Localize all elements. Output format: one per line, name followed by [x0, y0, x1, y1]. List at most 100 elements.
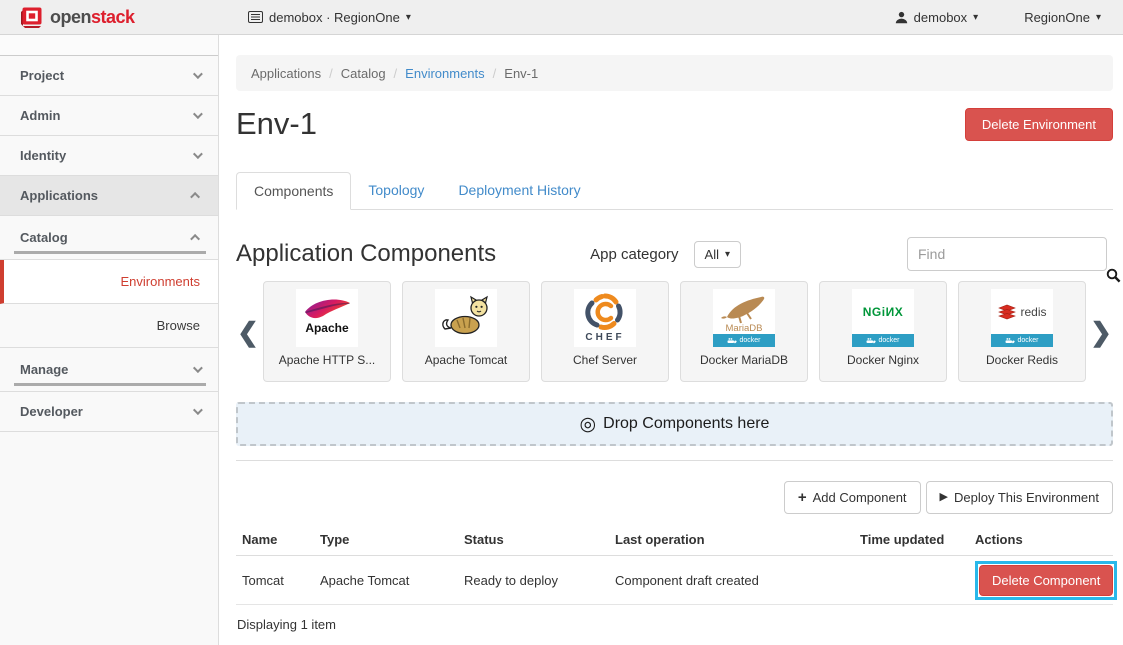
- drop-components-zone[interactable]: ◎ Drop Components here: [236, 402, 1113, 446]
- app-card-docker-redis[interactable]: redis docker Docker Redis: [958, 281, 1086, 382]
- docker-badge-icon: docker: [991, 334, 1053, 347]
- breadcrumb: Applications / Catalog / Environments / …: [236, 55, 1113, 91]
- section-underline: [14, 383, 206, 386]
- tab-bar: Components Topology Deployment History: [236, 172, 1113, 210]
- app-card-name: Docker MariaDB: [681, 353, 807, 367]
- breadcrumb-link-environments[interactable]: Environments: [405, 66, 484, 81]
- carousel-left-icon[interactable]: ❮: [236, 319, 260, 345]
- sidebar-item-label: Project: [20, 68, 64, 83]
- sidebar-item-developer[interactable]: Developer: [0, 392, 218, 432]
- sidebar-item-environments[interactable]: Environments: [0, 260, 218, 304]
- sidebar-item-browse[interactable]: Browse: [0, 304, 218, 348]
- chevron-down-icon: [193, 69, 203, 79]
- project-context-switcher[interactable]: demobox · RegionOne ▾: [248, 10, 411, 25]
- tab-topology[interactable]: Topology: [351, 172, 441, 209]
- component-type-cell: Apache Tomcat: [314, 573, 458, 588]
- chevron-down-icon: [193, 149, 203, 159]
- sidebar-item-label: Browse: [157, 318, 200, 333]
- add-component-label: Add Component: [813, 490, 907, 505]
- column-header-status: Status: [458, 532, 609, 547]
- redis-wordmark: redis: [1020, 305, 1046, 319]
- highlight-box: Delete Component: [975, 561, 1117, 600]
- region-menu[interactable]: RegionOne ▾: [1024, 10, 1101, 25]
- user-menu[interactable]: demobox ▾: [895, 10, 979, 25]
- environment-actions: + Add Component ▶ Deploy This Environmen…: [236, 481, 1113, 514]
- table-footer: Displaying 1 item: [236, 605, 1113, 632]
- delete-component-button[interactable]: Delete Component: [979, 565, 1113, 596]
- context-label: demobox · RegionOne: [269, 10, 400, 25]
- apache-logo-icon: Apache: [300, 291, 354, 345]
- deploy-environment-button[interactable]: ▶ Deploy This Environment: [926, 481, 1113, 514]
- app-card-chef-server[interactable]: CHEF Chef Server: [541, 281, 669, 382]
- openstack-logo[interactable]: openstack: [0, 6, 220, 28]
- svg-text:Apache: Apache: [305, 321, 349, 335]
- components-panel-header: Application Components App category All …: [236, 237, 1113, 271]
- top-navbar: openstack demobox · RegionOne ▾ demobox …: [0, 0, 1123, 35]
- sidebar-item-identity[interactable]: Identity: [0, 136, 218, 176]
- delete-environment-button[interactable]: Delete Environment: [965, 108, 1113, 141]
- docker-badge-icon: docker: [713, 334, 775, 347]
- sidebar-item-admin[interactable]: Admin: [0, 96, 218, 136]
- breadcrumb-separator: /: [329, 66, 333, 81]
- page-title: Env-1: [236, 106, 317, 142]
- components-table: Name Type Status Last operation Time upd…: [236, 526, 1113, 632]
- table-header-row: Name Type Status Last operation Time upd…: [236, 526, 1113, 556]
- docker-badge-icon: docker: [852, 334, 914, 347]
- app-card-apache-http[interactable]: Apache Apache HTTP S...: [263, 281, 391, 382]
- component-actions-cell: Delete Component: [969, 561, 1117, 600]
- sidebar-top-stub: [0, 35, 218, 56]
- sidebar-item-label: Manage: [20, 362, 68, 377]
- app-card-docker-nginx[interactable]: NGiИX docker Docker Nginx: [819, 281, 947, 382]
- find-wrapper: [907, 237, 1107, 271]
- app-card-docker-mariadb[interactable]: MariaDB docker Docker MariaDB: [680, 281, 808, 382]
- chevron-down-icon: [193, 109, 203, 119]
- mariadb-logo-icon: MariaDB: [713, 289, 775, 334]
- component-status-cell: Ready to deploy: [458, 573, 609, 588]
- panel-title: Application Components: [236, 240, 496, 268]
- region-menu-label: RegionOne: [1024, 10, 1090, 25]
- app-category-dropdown[interactable]: All ▾: [694, 241, 741, 268]
- sidebar-item-project[interactable]: Project: [0, 56, 218, 96]
- app-card-image: CHEF: [574, 289, 636, 347]
- chevron-down-icon: [193, 405, 203, 415]
- tab-components[interactable]: Components: [236, 172, 351, 210]
- topbar-right: demobox ▾ RegionOne ▾: [895, 10, 1123, 25]
- brand-wordmark: openstack: [50, 7, 135, 28]
- add-component-button[interactable]: + Add Component: [784, 481, 921, 514]
- section-underline: [14, 251, 206, 254]
- sidebar-item-applications[interactable]: Applications: [0, 176, 218, 216]
- component-last-operation-cell: Component draft created: [609, 573, 854, 588]
- nginx-wordmark: NGiИX: [863, 305, 903, 319]
- main-content: Applications / Catalog / Environments / …: [219, 35, 1123, 645]
- app-cards: Apache Apache HTTP S...: [260, 281, 1089, 382]
- breadcrumb-separator: /: [493, 66, 497, 81]
- app-card-apache-tomcat[interactable]: Apache Tomcat: [402, 281, 530, 382]
- find-input[interactable]: [907, 237, 1107, 271]
- nginx-logo-icon: NGiИX: [852, 289, 914, 334]
- chevron-down-icon: [193, 363, 203, 373]
- svg-text:MariaDB: MariaDB: [726, 323, 763, 333]
- app-category-selected: All: [705, 247, 719, 262]
- app-card-image: Apache: [296, 289, 358, 347]
- svg-text:CHEF: CHEF: [585, 332, 624, 343]
- tab-deployment-history[interactable]: Deployment History: [441, 172, 597, 209]
- sidebar-item-manage[interactable]: Manage: [0, 348, 218, 392]
- caret-down-icon: ▾: [406, 12, 411, 23]
- deploy-environment-label: Deploy This Environment: [954, 490, 1099, 505]
- column-header-time-updated: Time updated: [854, 532, 969, 547]
- breadcrumb-item: Catalog: [341, 66, 386, 81]
- carousel-right-icon[interactable]: ❯: [1089, 319, 1113, 345]
- column-header-type: Type: [314, 532, 458, 547]
- app-card-name: Docker Redis: [959, 353, 1085, 367]
- page-header: Env-1 Delete Environment: [236, 106, 1113, 142]
- component-name-link[interactable]: Tomcat: [236, 573, 314, 588]
- section-divider: [236, 460, 1113, 461]
- tomcat-logo-icon: [439, 291, 493, 345]
- sidebar-item-catalog[interactable]: Catalog: [0, 216, 218, 260]
- search-icon[interactable]: [1106, 268, 1121, 288]
- caret-down-icon: ▾: [973, 12, 978, 23]
- play-icon: ▶: [940, 492, 948, 503]
- chevron-up-icon: [190, 234, 200, 244]
- openstack-cube-icon: [20, 6, 44, 28]
- sidebar-item-label: Applications: [20, 188, 98, 203]
